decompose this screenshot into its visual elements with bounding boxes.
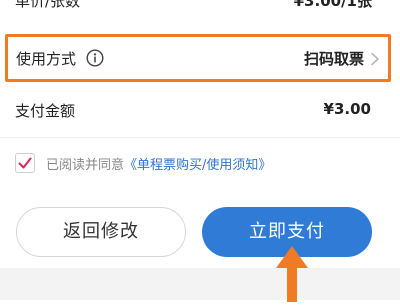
agreement-checkbox[interactable] bbox=[15, 153, 35, 173]
usage-method-value: 扫码取票 bbox=[303, 50, 364, 68]
info-circle-icon[interactable] bbox=[86, 49, 104, 67]
payment-amount-row: 支付金额 ¥3.00 bbox=[0, 98, 400, 126]
agreement-link[interactable]: 《单程票购买/使用须知》 bbox=[124, 158, 271, 173]
usage-method-row[interactable]: 使用方式 扫码取票 bbox=[5, 34, 391, 82]
unit-price-row: 单价/张数 ¥3.00/1张 bbox=[0, 0, 400, 22]
checkmark-icon bbox=[18, 157, 32, 169]
payment-amount-value: ¥3.00 bbox=[323, 100, 371, 118]
agreement-row: 已阅读并同意《单程票购买/使用须知》 bbox=[0, 150, 400, 180]
agreement-text: 已阅读并同意《单程票购买/使用须知》 bbox=[46, 154, 271, 173]
unit-price-value: ¥3.00/1张 bbox=[293, 0, 372, 10]
usage-method-label: 使用方式 bbox=[16, 50, 77, 68]
bottom-section bbox=[0, 268, 400, 300]
arrow-up-icon bbox=[272, 244, 312, 302]
divider bbox=[0, 137, 400, 138]
agreement-prefix: 已阅读并同意 bbox=[46, 158, 125, 173]
payment-amount-label: 支付金额 bbox=[15, 102, 76, 120]
unit-price-label: 单价/张数 bbox=[15, 0, 81, 10]
back-modify-button[interactable]: 返回修改 bbox=[16, 207, 186, 257]
chevron-right-icon bbox=[370, 51, 380, 66]
